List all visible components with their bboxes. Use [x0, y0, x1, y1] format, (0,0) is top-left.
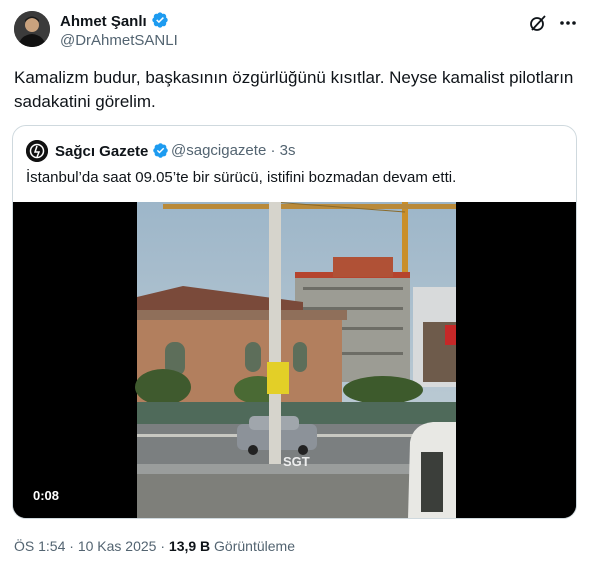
tweet-date[interactable]: 10 Kas 2025	[78, 538, 157, 554]
user-avatar-icon	[14, 11, 50, 47]
quoted-time[interactable]: 3s	[280, 142, 296, 159]
author-handle[interactable]: @DrAhmetSANLI	[60, 32, 178, 50]
tweet-meta: ÖS 1:54 · 10 Kas 2025 · 13,9 B Görüntüle…	[14, 537, 295, 555]
verified-badge-icon	[153, 143, 169, 158]
video-frame	[13, 202, 576, 518]
quoted-tweet-card[interactable]: Sağcı Gazete @sagcigazete · 3s İstanbul’…	[12, 125, 577, 519]
tweet-text: Kamalizm budur, başkasının özgürlüğünü k…	[14, 68, 574, 111]
dot-separator: ·	[69, 538, 78, 554]
sagci-gazete-logo-icon	[26, 140, 48, 162]
tweet-time[interactable]: ÖS 1:54	[14, 538, 65, 554]
verified-badge-icon	[152, 12, 168, 28]
quoted-name-row[interactable]: Sağcı Gazete	[55, 142, 169, 161]
more-icon[interactable]	[558, 13, 578, 33]
dot-separator: ·	[270, 142, 280, 159]
quoted-text: İstanbul’da saat 09.05’te bir sürücü, is…	[26, 169, 457, 186]
video-watermark: SGT	[283, 454, 310, 469]
views-count: 13,9 B	[168, 538, 211, 554]
author-name-row[interactable]: Ahmet Şanlı	[60, 11, 169, 31]
dot-separator: ·	[160, 538, 169, 554]
video-duration: 0:08	[33, 488, 60, 503]
quoted-avatar[interactable]	[26, 140, 48, 162]
quoted-handle-time: @sagcigazete · 3s	[171, 142, 295, 160]
author-avatar[interactable]	[14, 11, 50, 47]
video-player[interactable]: SGT 0:08	[13, 202, 576, 518]
quoted-handle[interactable]: @sagcigazete	[171, 142, 266, 159]
grok-icon[interactable]	[528, 13, 548, 33]
views-label: Görüntüleme	[214, 538, 295, 554]
author-name[interactable]: Ahmet Şanlı	[60, 13, 147, 30]
quoted-name[interactable]: Sağcı Gazete	[55, 143, 148, 160]
